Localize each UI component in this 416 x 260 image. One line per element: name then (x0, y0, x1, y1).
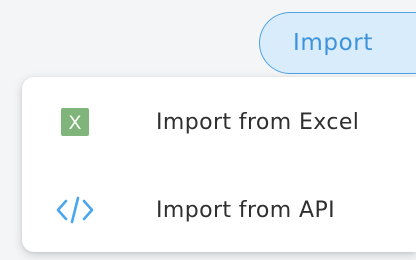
menu-item-import-api[interactable]: Import from API (22, 167, 416, 253)
import-button-label: Import (293, 30, 373, 56)
import-menu: X Import from Excel Import from API (22, 77, 416, 252)
menu-item-label: Import from Excel (156, 109, 360, 135)
excel-icon-letter: X (69, 113, 82, 134)
code-icon (55, 190, 95, 230)
import-ui: Import X Import from Excel Import from A… (0, 0, 416, 260)
excel-icon: X (55, 102, 95, 142)
menu-item-import-excel[interactable]: X Import from Excel (22, 79, 416, 165)
menu-item-label: Import from API (156, 197, 336, 223)
import-button[interactable]: Import (259, 12, 416, 74)
